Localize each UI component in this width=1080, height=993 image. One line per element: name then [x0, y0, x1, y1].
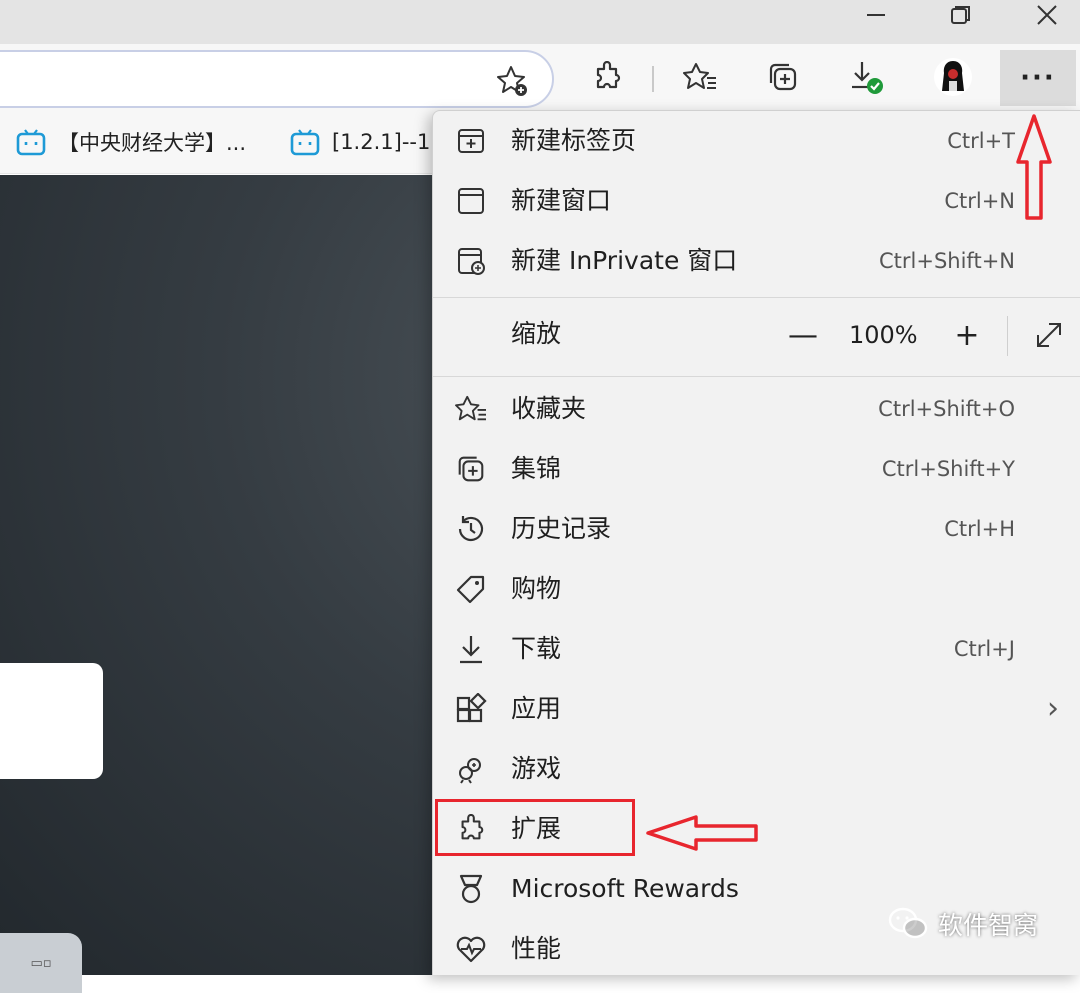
fullscreen-button[interactable]	[1027, 306, 1071, 364]
bookmark-label: [1.2.1]--1.	[332, 130, 438, 154]
favorites-icon	[455, 395, 486, 421]
menu-item-downloads[interactable]: 下载 Ctrl+J	[433, 619, 1080, 679]
star-add-icon	[497, 66, 527, 96]
inprivate-icon	[458, 248, 485, 275]
menu-item-games[interactable]: 游戏	[433, 739, 1080, 799]
avatar	[934, 58, 972, 96]
menu-divider	[433, 376, 1080, 377]
profile-button[interactable]	[930, 54, 976, 100]
menu-item-shortcut: Ctrl+J	[953, 637, 1015, 661]
collections-icon	[458, 456, 484, 482]
menu-item-shortcut: Ctrl+Shift+Y	[881, 457, 1015, 481]
new-window-icon	[458, 188, 484, 214]
menu-item-label: 集锦	[511, 454, 562, 483]
rewards-icon	[459, 874, 483, 904]
collections-button[interactable]	[760, 54, 806, 100]
menu-item-label: 下载	[511, 634, 562, 663]
menu-item-label: 游戏	[511, 754, 562, 783]
menu-item-label: 性能	[511, 934, 562, 963]
annotation-highlight-box	[435, 799, 635, 856]
browser-toolbar: ···	[0, 44, 1080, 110]
menu-item-apps[interactable]: 应用 ›	[433, 679, 1080, 739]
bookmark-item[interactable]: [1.2.1]--1.	[290, 124, 437, 160]
minimize-button[interactable]	[851, 0, 901, 30]
download-done-icon	[852, 62, 883, 94]
zoom-value: 100%	[849, 321, 918, 349]
chevron-right-icon: ›	[1047, 691, 1059, 726]
menu-item-label: 新建 InPrivate 窗口	[511, 246, 738, 275]
widget-label: ▭▫	[30, 955, 52, 971]
download-icon	[460, 636, 482, 664]
settings-and-more-button[interactable]: ···	[1000, 50, 1076, 106]
new-tab-icon	[458, 129, 484, 153]
menu-item-shortcut: Ctrl+N	[944, 189, 1015, 213]
annotation-arrow-up	[1016, 114, 1052, 220]
downloads-button[interactable]	[843, 54, 889, 100]
bilibili-icon	[290, 129, 320, 156]
menu-item-shortcut: Ctrl+Shift+O	[878, 397, 1015, 421]
menu-item-history[interactable]: 历史记录 Ctrl+H	[433, 499, 1080, 559]
apps-icon	[456, 693, 487, 723]
more-dots-icon: ···	[1020, 63, 1056, 93]
collections-icon	[769, 63, 797, 91]
minimize-icon	[867, 14, 885, 16]
annotation-arrow-left	[646, 815, 758, 851]
bilibili-icon	[16, 129, 46, 156]
menu-item-shortcut: Ctrl+Shift+N	[879, 249, 1015, 273]
wechat-icon	[888, 907, 928, 939]
menu-item-label: Microsoft Rewards	[511, 874, 739, 903]
tag-icon	[456, 575, 485, 604]
zoom-in-button[interactable]: +	[945, 306, 989, 364]
menu-item-shortcut: Ctrl+T	[947, 129, 1015, 153]
menu-item-shopping[interactable]: 购物	[433, 559, 1080, 619]
menu-item-label: 新建标签页	[511, 126, 637, 155]
zoom-out-button[interactable]: —	[781, 306, 825, 364]
menu-item-shortcut: Ctrl+H	[944, 517, 1015, 541]
page-widget[interactable]: ▭▫	[0, 933, 82, 993]
extensions-button[interactable]	[584, 54, 630, 100]
watermark: 软件智窝	[888, 906, 1038, 942]
menu-item-new-tab[interactable]: 新建标签页 Ctrl+T	[433, 111, 1080, 171]
menu-item-collections[interactable]: 集锦 Ctrl+Shift+Y	[433, 439, 1080, 499]
menu-item-label: 历史记录	[511, 514, 612, 543]
bookmark-item[interactable]: 【中央财经大学】...	[16, 124, 246, 160]
performance-icon	[456, 936, 486, 963]
zoom-label: 缩放	[511, 319, 562, 348]
fullscreen-icon	[1037, 323, 1061, 347]
games-icon	[459, 758, 481, 784]
menu-item-favorites[interactable]: 收藏夹 Ctrl+Shift+O	[433, 379, 1080, 439]
restore-icon	[951, 6, 970, 24]
favorites-button[interactable]	[677, 54, 723, 100]
zoom-divider	[1007, 316, 1008, 356]
plus-icon: +	[954, 317, 980, 353]
menu-item-label: 应用	[511, 694, 562, 723]
menu-item-new-window[interactable]: 新建窗口 Ctrl+N	[433, 171, 1080, 231]
address-bar[interactable]	[0, 50, 554, 108]
menu-item-label: 收藏夹	[511, 394, 587, 423]
watermark-text: 软件智窝	[938, 911, 1039, 940]
close-button[interactable]	[1022, 0, 1072, 30]
menu-divider	[433, 297, 1080, 298]
bookmark-label: 【中央财经大学】...	[58, 131, 247, 155]
menu-item-new-inprivate[interactable]: 新建 InPrivate 窗口 Ctrl+Shift+N	[433, 231, 1080, 291]
page-card[interactable]	[0, 663, 103, 779]
close-icon	[1037, 5, 1057, 25]
menu-item-label: 新建窗口	[511, 186, 612, 215]
menu-item-label: 购物	[511, 574, 562, 603]
add-favorite-button[interactable]	[496, 64, 530, 102]
restore-button[interactable]	[936, 0, 986, 30]
toolbar-divider	[652, 66, 654, 92]
minus-icon: —	[788, 317, 818, 353]
history-icon	[458, 516, 484, 542]
title-bar	[0, 0, 1080, 44]
favorites-icon	[683, 63, 716, 89]
puzzle-icon	[596, 61, 621, 89]
